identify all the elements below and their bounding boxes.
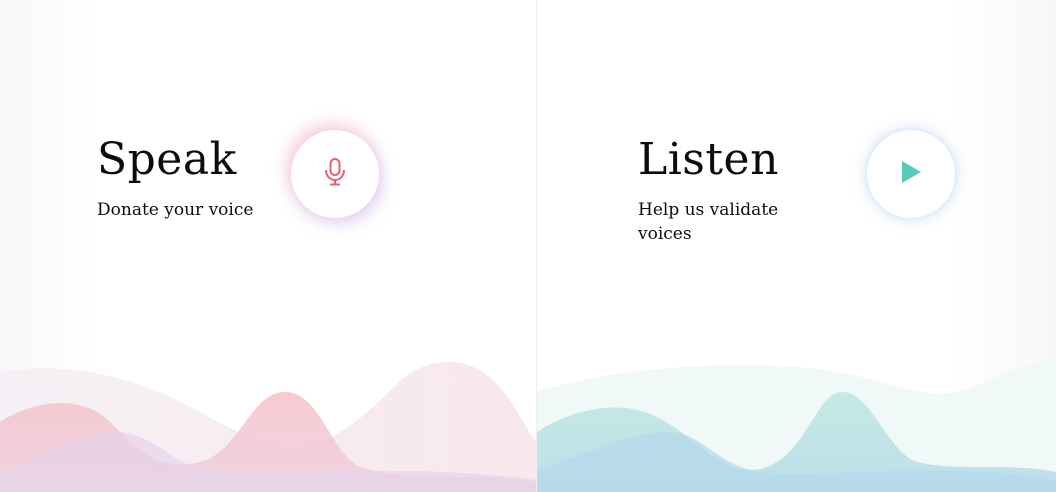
play-icon [899, 159, 923, 189]
listen-play-button[interactable] [867, 130, 955, 218]
listen-panel[interactable]: Listen Help us validate voices [537, 0, 1056, 492]
speak-wave-decoration [0, 362, 536, 492]
listen-wave-decoration [537, 362, 1056, 492]
speak-panel[interactable]: Speak Donate your voice [0, 0, 536, 492]
speak-subtitle: Donate your voice [97, 200, 254, 220]
listen-title: Listen [638, 134, 779, 185]
speak-title: Speak [97, 134, 237, 185]
microphone-icon [323, 157, 347, 191]
listen-subtitle: Help us validate voices [638, 200, 779, 244]
speak-record-button[interactable] [291, 130, 379, 218]
